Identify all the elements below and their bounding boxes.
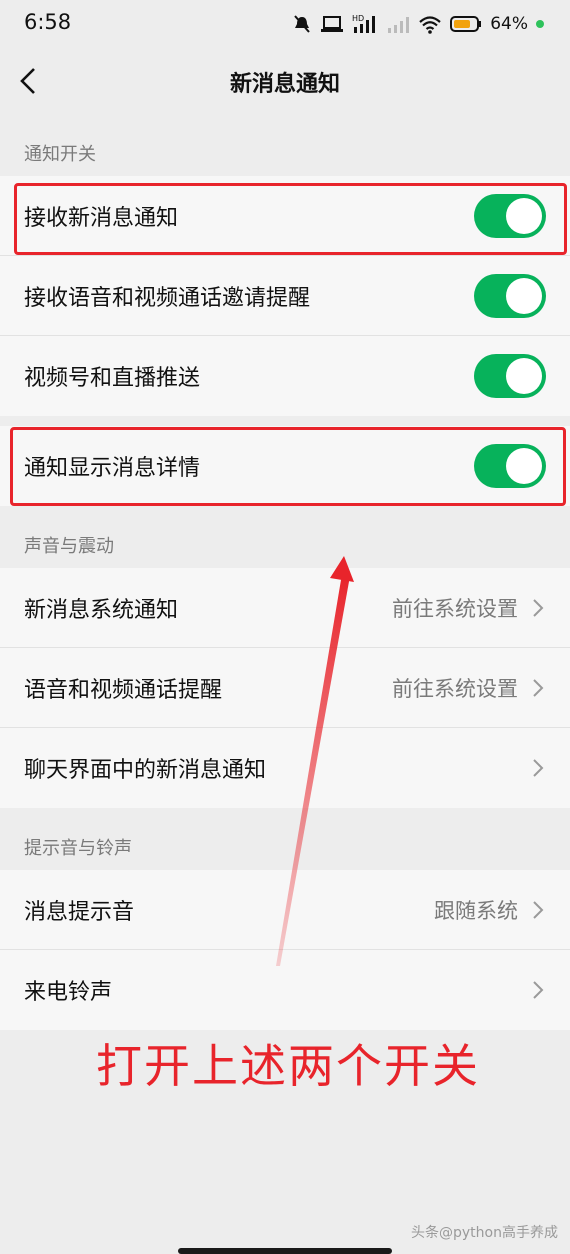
chevron-right-icon [533,981,544,999]
chevron-right-icon [533,599,544,617]
row-call-ringtone[interactable]: 来电铃声 [0,950,570,1030]
mute-icon [294,15,310,33]
row-label: 聊天界面中的新消息通知 [24,758,267,783]
home-indicator[interactable] [178,1248,392,1254]
charging-dot [536,20,544,28]
status-icons: HD 64% [292,12,544,36]
status-bar: 6:58 HD 64% [0,0,570,48]
nav-bar: 新消息通知 [0,48,570,114]
row-label: 新消息系统通知 [24,598,179,623]
wifi-icon [419,16,441,34]
battery-percent: 64% [490,14,528,34]
highlight-box-show-message-detail [10,427,566,506]
section-title-notify-switch: 通知开关 [24,144,96,165]
signal-icon [388,17,410,33]
svg-text:HD: HD [352,14,364,23]
annotation-text: 打开上述两个开关 [96,1039,480,1093]
row-label: 语音和视频通话提醒 [24,678,223,703]
row-message-tone[interactable]: 消息提示音 跟随系统 [0,870,570,950]
hd-signal-icon: HD [352,14,376,33]
row-call-reminder[interactable]: 语音和视频通话提醒 前往系统设置 [0,648,570,728]
sound-vibration-group: 新消息系统通知 前往系统设置 语音和视频通话提醒 前往系统设置 聊天界面中的新消… [0,568,570,808]
ringtone-group: 消息提示音 跟随系统 来电铃声 [0,870,570,1030]
chevron-right-icon [533,901,544,919]
laptop-icon [321,16,344,32]
page-title: 新消息通知 [229,72,340,97]
section-title-sound-vibration: 声音与震动 [24,536,114,557]
toggle-call-invite-reminder[interactable] [474,274,546,318]
row-label: 消息提示音 [24,900,135,925]
row-value: 跟随系统 [434,899,518,923]
chevron-right-icon [533,759,544,777]
row-label: 接收语音和视频通话邀请提醒 [24,286,311,311]
watermark: 头条@python高手养成 [411,1225,558,1241]
row-label: 视频号和直播推送 [24,366,201,391]
toggle-knob [506,358,542,394]
row-value: 前往系统设置 [392,677,518,701]
row-label: 来电铃声 [24,980,113,1005]
row-call-invite-reminder: 接收语音和视频通话邀请提醒 [0,256,570,336]
row-value: 前往系统设置 [392,597,518,621]
highlight-box-receive-new-message [14,183,567,255]
status-time: 6:58 [24,10,72,34]
row-system-notification[interactable]: 新消息系统通知 前往系统设置 [0,568,570,648]
toggle-knob [506,278,542,314]
chevron-right-icon [533,679,544,697]
battery-icon [450,16,482,32]
row-chat-new-message[interactable]: 聊天界面中的新消息通知 [0,728,570,808]
row-channels-live-push: 视频号和直播推送 [0,336,570,416]
toggle-channels-live-push[interactable] [474,354,546,398]
section-title-ringtone: 提示音与铃声 [24,838,132,859]
